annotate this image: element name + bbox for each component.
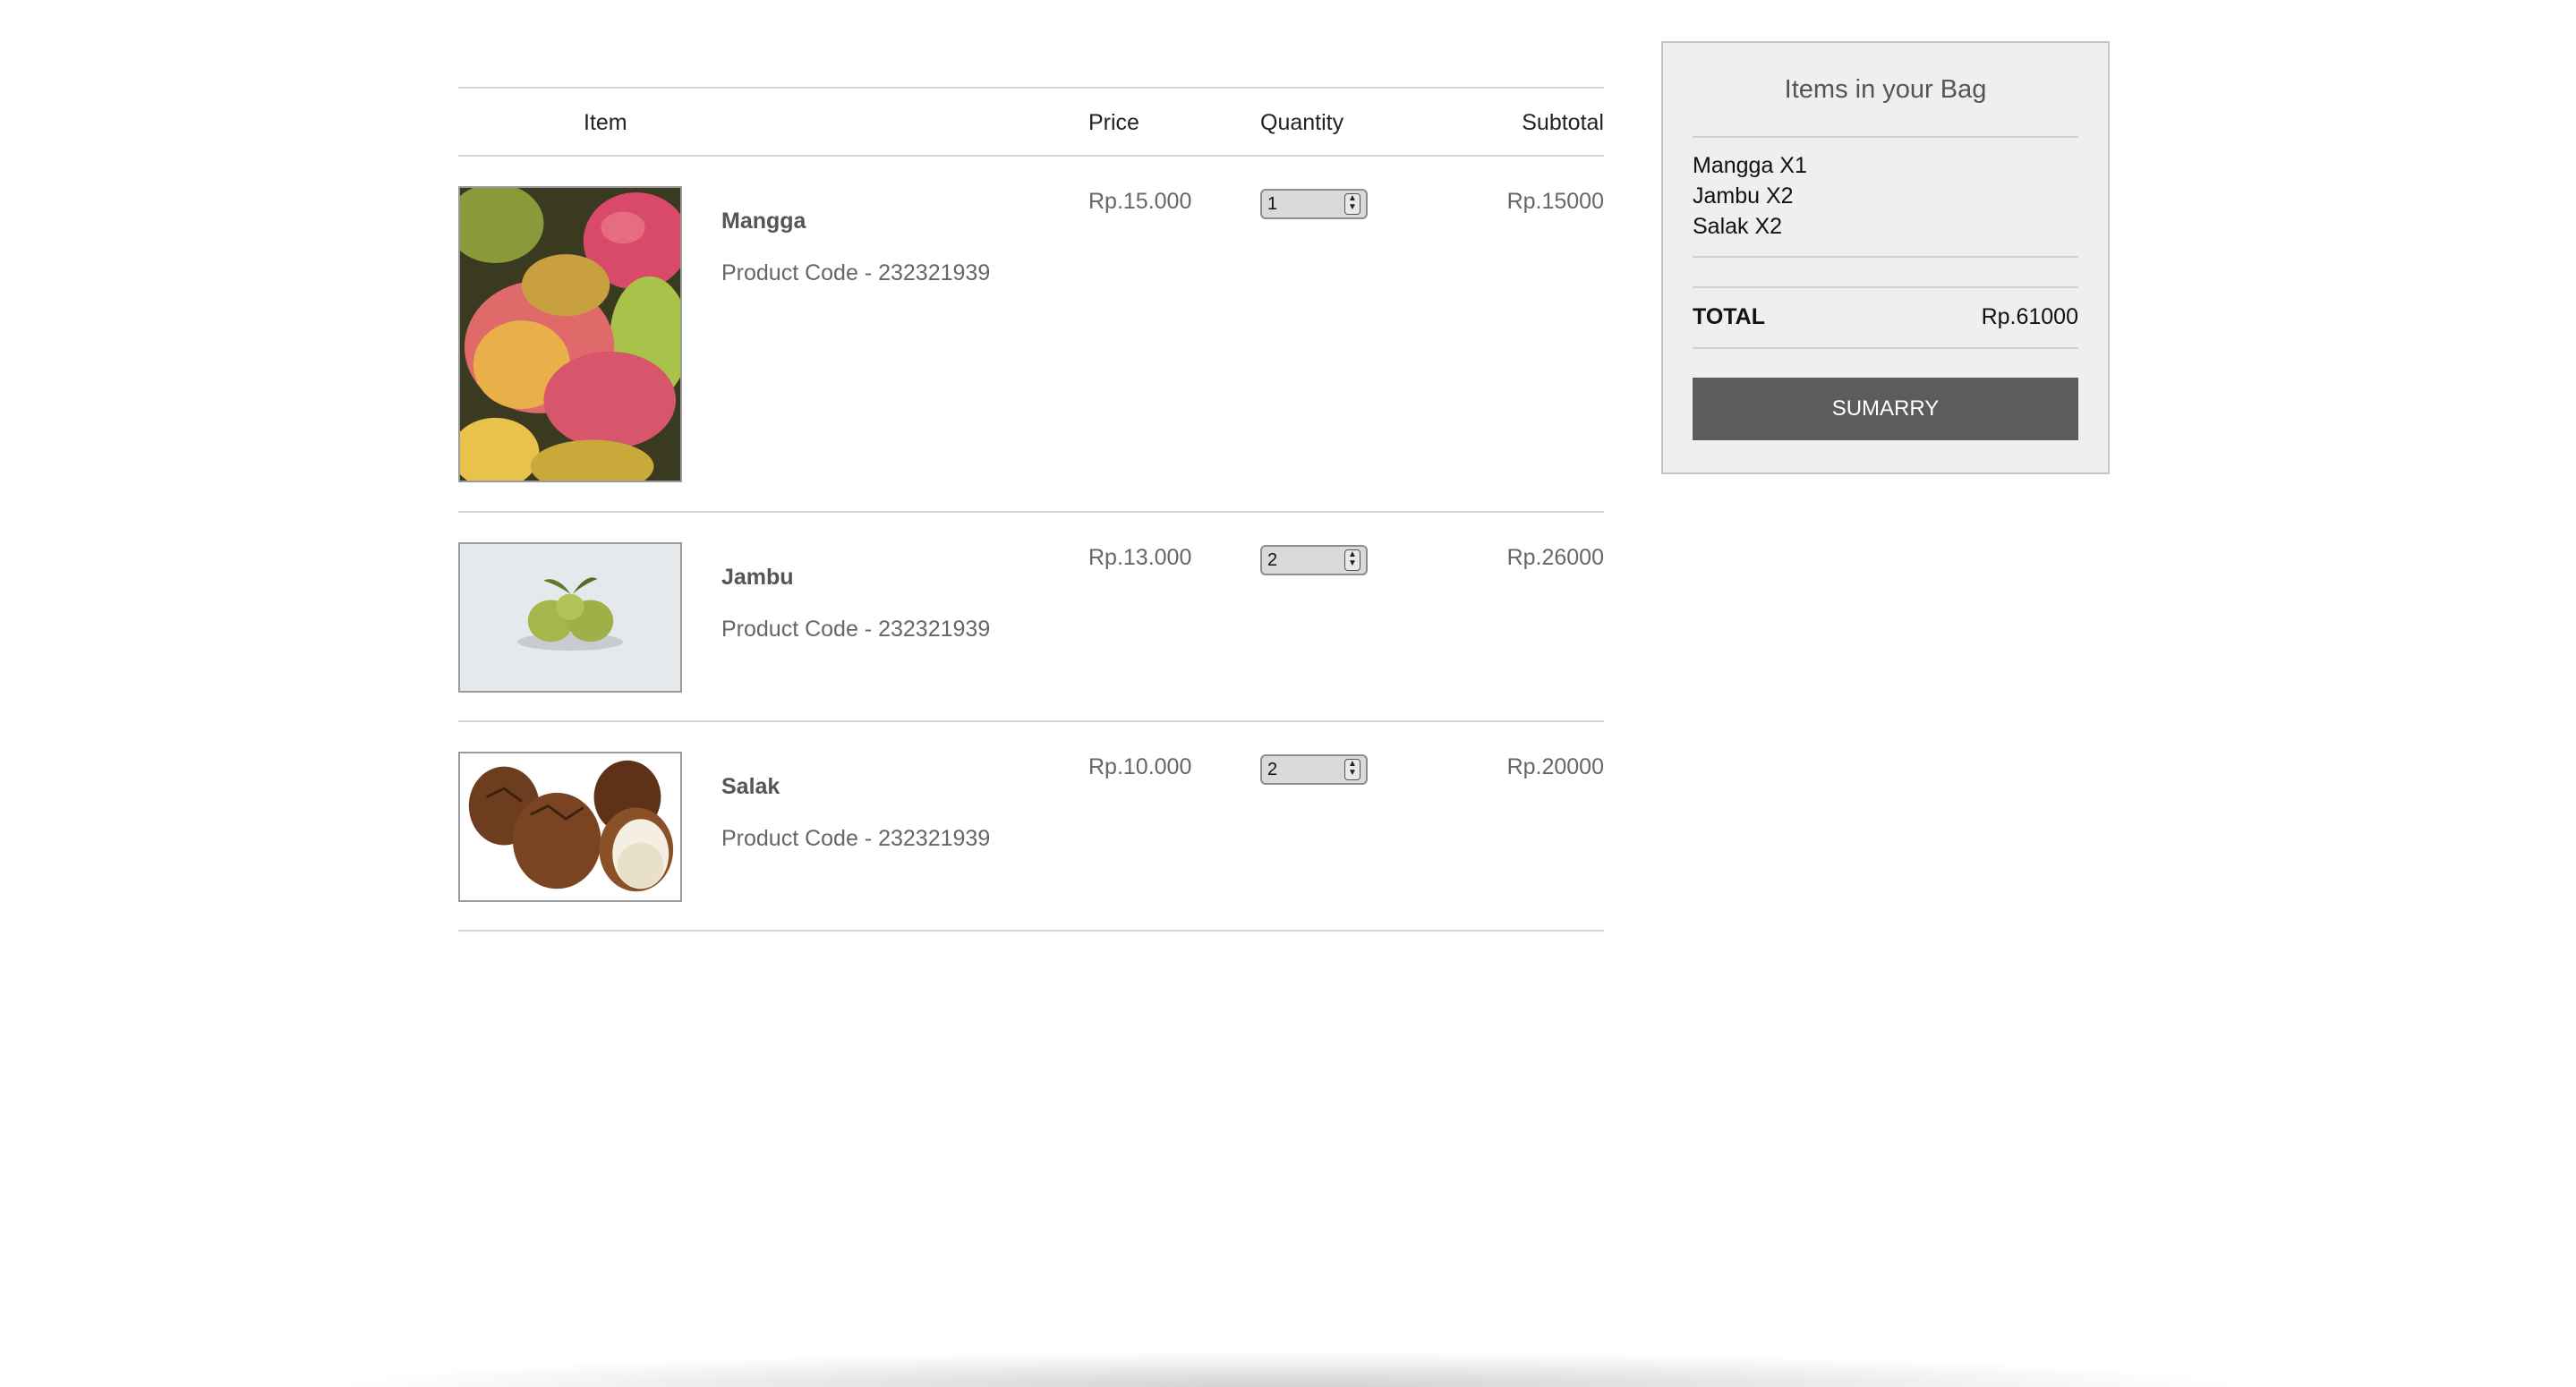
bag-item: Jambu X2 <box>1693 183 1794 208</box>
stepper-arrows-icon[interactable]: ▲ ▼ <box>1344 193 1361 215</box>
guava-image <box>458 542 682 693</box>
product-price: Rp.13.000 <box>1088 545 1192 570</box>
header-item: Item <box>584 110 627 135</box>
product-subtotal: Rp.26000 <box>1506 545 1604 570</box>
total-value: Rp.61000 <box>1981 304 2078 329</box>
product-name: Jambu <box>721 565 794 590</box>
product-price: Rp.15.000 <box>1088 189 1192 214</box>
bag-item-list: Mangga X1 Jambu X2 Salak X2 <box>1693 150 1807 242</box>
divider <box>1693 347 2078 349</box>
product-subtotal: Rp.20000 <box>1506 754 1604 779</box>
product-price: Rp.10.000 <box>1088 754 1192 779</box>
cart-row: Salak Product Code - 232321939 Rp.10.000… <box>458 722 1604 932</box>
divider <box>1693 136 2078 138</box>
quantity-value: 2 <box>1267 550 1278 570</box>
bag-item: Salak X2 <box>1693 214 1783 239</box>
cart-page: Item Price Quantity Subtotal Mangga Prod… <box>0 0 2576 1387</box>
product-name: Mangga <box>721 208 806 234</box>
bag-summary-panel: Items in your Bag Mangga X1 Jambu X2 Sal… <box>1661 41 2110 474</box>
product-name: Salak <box>721 774 780 799</box>
quantity-stepper[interactable]: 1 ▲ ▼ <box>1260 189 1368 219</box>
cart-row: Jambu Product Code - 232321939 Rp.13.000… <box>458 513 1604 722</box>
cart-row: Mangga Product Code - 232321939 Rp.15.00… <box>458 157 1604 513</box>
divider <box>1693 286 2078 288</box>
mango-image <box>458 186 682 482</box>
cart-table-header: Item Price Quantity Subtotal <box>458 87 1604 157</box>
total-label: TOTAL <box>1693 304 1766 329</box>
stepper-arrows-icon[interactable]: ▲ ▼ <box>1344 759 1361 780</box>
stepper-arrows-icon[interactable]: ▲ ▼ <box>1344 549 1361 571</box>
bottom-shadow <box>322 1351 2254 1387</box>
quantity-stepper[interactable]: 2 ▲ ▼ <box>1260 545 1368 575</box>
snake-fruit-image <box>458 752 682 902</box>
header-price: Price <box>1088 110 1139 135</box>
cart-table: Item Price Quantity Subtotal Mangga Prod… <box>458 87 1604 932</box>
bag-title: Items in your Bag <box>1784 75 1987 104</box>
header-quantity: Quantity <box>1260 110 1344 135</box>
quantity-stepper[interactable]: 2 ▲ ▼ <box>1260 754 1368 785</box>
bag-item: Mangga X1 <box>1693 153 1807 178</box>
product-code: Product Code - 232321939 <box>721 826 991 851</box>
product-code: Product Code - 232321939 <box>721 260 991 285</box>
quantity-value: 1 <box>1267 194 1278 214</box>
summary-button[interactable]: SUMARRY <box>1693 378 2078 440</box>
product-code: Product Code - 232321939 <box>721 617 991 642</box>
product-subtotal: Rp.15000 <box>1506 189 1604 214</box>
quantity-value: 2 <box>1267 760 1278 779</box>
header-subtotal: Subtotal <box>1522 110 1604 135</box>
divider <box>1693 256 2078 258</box>
